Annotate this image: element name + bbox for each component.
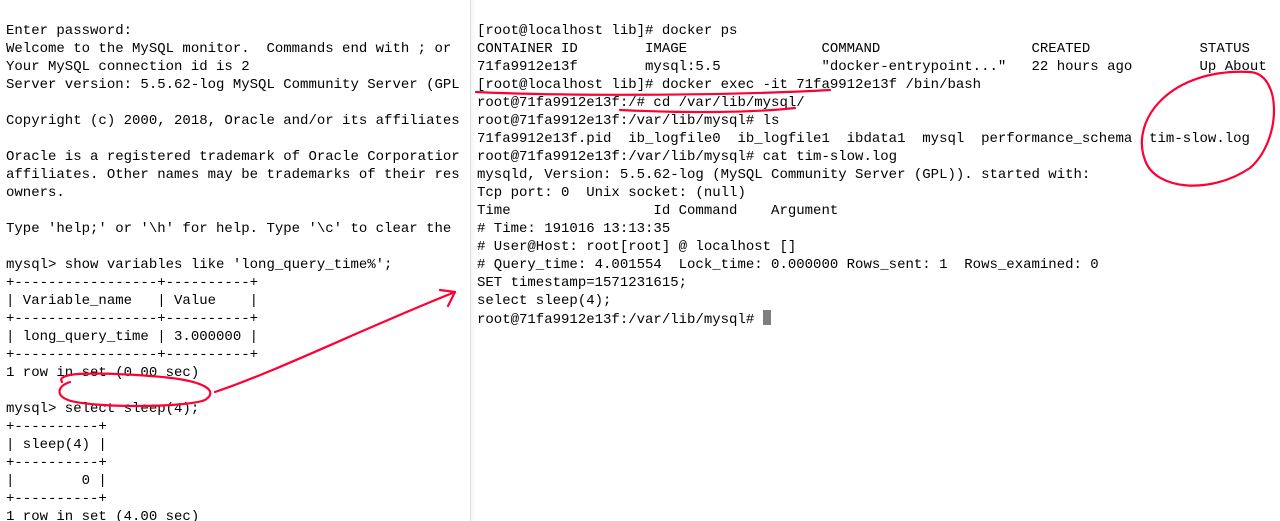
- table-footer: 1 row in set (0.00 sec): [6, 365, 199, 381]
- term-line: Enter password:: [6, 23, 132, 39]
- term-line: Type 'help;' or '\h' for help. Type '\c'…: [6, 221, 460, 237]
- right-terminal-pane[interactable]: [root@localhost lib]# docker ps CONTAINE…: [471, 0, 1280, 521]
- table-border: +----------+: [6, 491, 107, 507]
- docker-ps-header: CONTAINER ID IMAGE COMMAND CREATED STATU…: [477, 41, 1250, 57]
- table-row: | long_query_time | 3.000000 |: [6, 329, 258, 345]
- slowlog-line: # Query_time: 4.001554 Lock_time: 0.0000…: [477, 257, 1099, 273]
- term-line: Copyright (c) 2000, 2018, Oracle and/or …: [6, 113, 460, 129]
- slowlog-line: # User@Host: root[root] @ localhost []: [477, 239, 796, 255]
- cat-cmd: root@71fa9912e13f:/var/lib/mysql# cat ti…: [477, 149, 897, 165]
- table-footer: 1 row in set (4.00 sec): [6, 509, 199, 521]
- mysql-show-variables-cmd: mysql> show variables like 'long_query_t…: [6, 257, 392, 273]
- left-terminal-pane[interactable]: Enter password: Welcome to the MySQL mon…: [0, 0, 471, 521]
- table-border: +-----------------+----------+: [6, 311, 258, 327]
- shell-prompt[interactable]: root@71fa9912e13f:/var/lib/mysql#: [477, 312, 771, 328]
- mysql-select-sleep-cmd: mysql> select sleep(4);: [6, 401, 199, 417]
- table-header: | Variable_name | Value |: [6, 293, 258, 309]
- term-line: affiliates. Other names may be trademark…: [6, 167, 460, 183]
- slowlog-line: # Time: 191016 13:13:35: [477, 221, 670, 237]
- table-border: +-----------------+----------+: [6, 275, 258, 291]
- term-line: Oracle is a registered trademark of Orac…: [6, 149, 460, 165]
- docker-exec-cmd: [root@localhost lib]# docker exec -it 71…: [477, 77, 981, 93]
- docker-ps-row: 71fa9912e13f mysql:5.5 "docker-entrypoin…: [477, 59, 1267, 75]
- slowlog-line: Tcp port: 0 Unix socket: (null): [477, 185, 746, 201]
- ls-output: 71fa9912e13f.pid ib_logfile0 ib_logfile1…: [477, 131, 1250, 147]
- table-border: +-----------------+----------+: [6, 347, 258, 363]
- ls-cmd: root@71fa9912e13f:/var/lib/mysql# ls: [477, 113, 779, 129]
- terminal-split-view: Enter password: Welcome to the MySQL mon…: [0, 0, 1280, 521]
- term-line: Welcome to the MySQL monitor. Commands e…: [6, 41, 460, 57]
- table-header: | sleep(4) |: [6, 437, 107, 453]
- cd-cmd: root@71fa9912e13f:/# cd /var/lib/mysql/: [477, 95, 805, 111]
- table-border: +----------+: [6, 455, 107, 471]
- slowlog-line: Time Id Command Argument: [477, 203, 838, 219]
- term-line: Server version: 5.5.62-log MySQL Communi…: [6, 77, 460, 93]
- term-line: owners.: [6, 185, 65, 201]
- table-border: +----------+: [6, 419, 107, 435]
- term-line: Your MySQL connection id is 2: [6, 59, 250, 75]
- slowlog-line: select sleep(4);: [477, 293, 611, 309]
- cursor-icon: [763, 310, 771, 325]
- slowlog-line: SET timestamp=1571231615;: [477, 275, 687, 291]
- slowlog-line: mysqld, Version: 5.5.62-log (MySQL Commu…: [477, 167, 1090, 183]
- docker-ps-cmd: [root@localhost lib]# docker ps: [477, 23, 737, 39]
- table-row: | 0 |: [6, 473, 107, 489]
- prompt-text: root@71fa9912e13f:/var/lib/mysql#: [477, 312, 763, 328]
